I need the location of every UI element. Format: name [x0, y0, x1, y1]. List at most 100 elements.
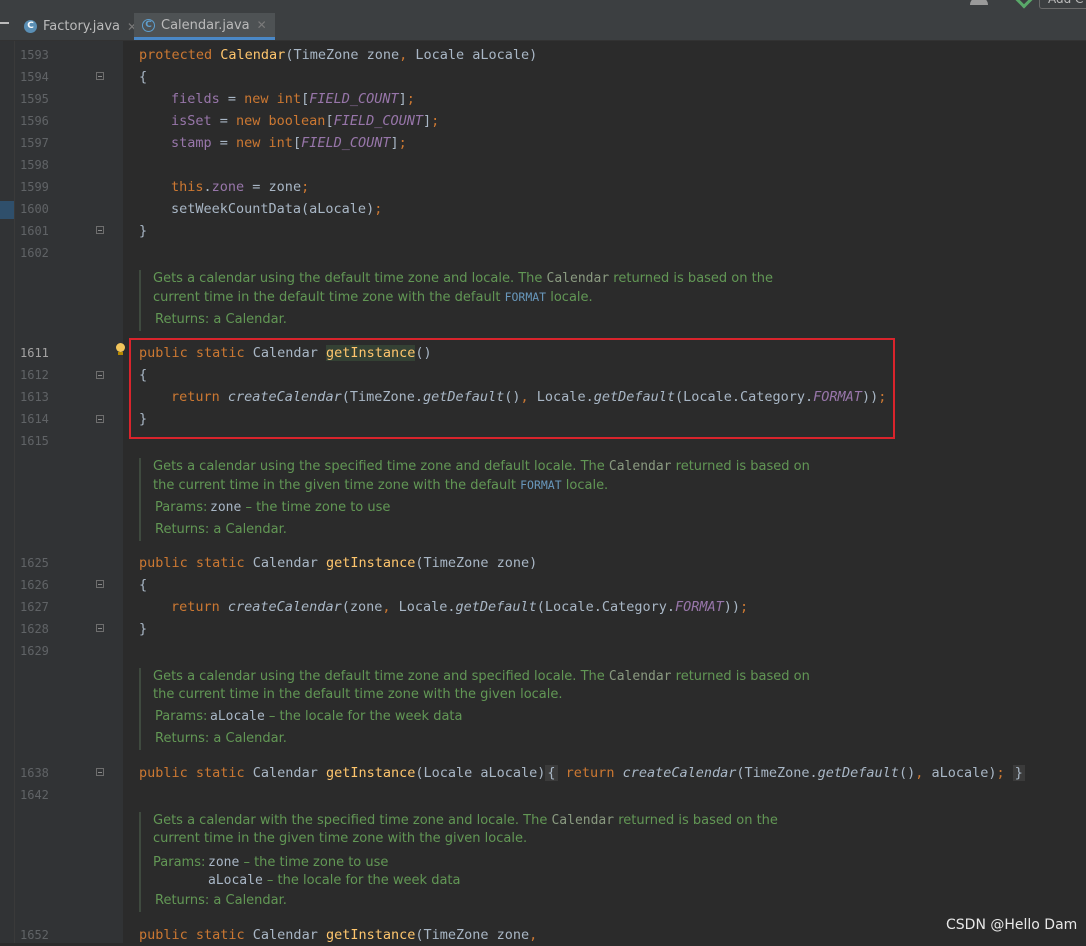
params: (TimeZone zone)	[415, 555, 538, 571]
line-number: 1626	[20, 578, 49, 592]
doc-line: Gets a calendar using the default time z…	[153, 668, 810, 686]
doc-text: returned is based on the	[614, 813, 778, 828]
doc-code: Calendar	[608, 459, 672, 474]
keyword: new boolean	[236, 113, 326, 129]
bracket: [	[325, 113, 334, 129]
user-icon[interactable]	[968, 0, 990, 5]
doc-param: Params: zone – the time zone to use	[153, 497, 810, 519]
fold-icon[interactable]	[96, 768, 104, 776]
args: ))	[723, 599, 741, 615]
fold-icon[interactable]	[96, 226, 104, 234]
keyword: new int	[236, 135, 293, 151]
line-number: 1611	[20, 346, 49, 360]
method-call: createCalendar	[227, 599, 342, 615]
doc-line: the current time in the default time zon…	[153, 687, 563, 702]
line-number: 1602	[20, 246, 49, 260]
line-number: 1642	[20, 788, 49, 802]
method-name: getInstance	[325, 765, 416, 781]
doc-line: Gets a calendar with the specified time …	[153, 812, 778, 830]
semicolon: ;	[374, 201, 383, 217]
keyword: public static	[139, 555, 253, 571]
fold-icon[interactable]	[96, 580, 104, 588]
operator: =	[211, 135, 237, 151]
keyword: return	[557, 765, 623, 781]
args: ()	[898, 765, 916, 781]
bracket: ]	[398, 91, 407, 107]
args: (zone	[341, 599, 383, 615]
folded-brace[interactable]: {	[545, 765, 558, 781]
field-name: zone	[211, 179, 245, 195]
doc-link[interactable]: FORMAT	[520, 478, 562, 492]
add-configuration-button[interactable]: Add C	[1039, 0, 1086, 9]
doc-text: – the locale for the week data	[262, 873, 461, 888]
doc-text: Gets a calendar using the default time z…	[153, 271, 547, 286]
doc-line: current time in the given time zone with…	[153, 831, 528, 846]
tab-label: Calendar.java	[161, 17, 250, 33]
menu-dash-icon[interactable]	[0, 22, 9, 24]
method-name: getInstance	[325, 927, 416, 943]
doc-param: Params: aLocale – the locale for the week…	[153, 706, 810, 728]
doc-line: the current time in the given time zone …	[153, 476, 810, 495]
method-call: setWeekCountData(aLocale)	[171, 201, 375, 217]
fold-icon[interactable]	[96, 371, 104, 379]
return-type: Calendar	[252, 927, 326, 943]
constant: FIELD_COUNT	[301, 135, 391, 151]
doc-code: Calendar	[551, 813, 615, 828]
tab-label: Factory.java	[43, 19, 121, 34]
field-name: fields	[171, 91, 220, 107]
doc-text: locale.	[561, 478, 609, 493]
semicolon: ;	[398, 135, 407, 151]
method-call: createCalendar	[622, 765, 737, 781]
params: (Locale aLocale)	[415, 765, 546, 781]
doc-label: Params:	[153, 855, 206, 870]
close-icon[interactable]: ✕	[257, 18, 267, 32]
fold-icon[interactable]	[96, 624, 104, 632]
doc-label: Params:	[155, 500, 208, 515]
param-name: aLocale	[210, 709, 265, 724]
java-class-readonly-icon: C	[142, 18, 155, 32]
line-number: 1598	[20, 158, 49, 172]
folded-brace[interactable]: }	[1012, 765, 1025, 781]
doc-text: locale.	[546, 290, 593, 305]
fold-icon[interactable]	[96, 415, 104, 423]
fold-icon[interactable]	[96, 72, 104, 80]
constructor-name: Calendar	[220, 47, 286, 63]
line-number: 1638	[20, 766, 49, 780]
line-number: 1597	[20, 136, 49, 150]
bracket: ]	[390, 135, 399, 151]
constant: FIELD_COUNT	[309, 91, 399, 107]
build-hammer-icon[interactable]	[1015, 0, 1033, 9]
params: Locale aLocale)	[407, 47, 538, 63]
doc-line: current time in the default time zone wi…	[153, 288, 773, 307]
doc-returns: Returns: a Calendar.	[155, 731, 287, 746]
code-line: isSet = new boolean[FIELD_COUNT];	[171, 110, 439, 132]
bracket: ]	[422, 113, 432, 129]
keyword: this	[171, 179, 204, 195]
semicolon: ;	[301, 179, 310, 195]
args: (Locale.Category.	[536, 599, 675, 615]
semicolon: ;	[406, 91, 415, 107]
method-name: getInstance	[325, 555, 416, 571]
doc-param: Params: zone – the time zone to use	[153, 854, 778, 872]
code-line: public static Calendar getInstance(Local…	[139, 762, 1025, 784]
line-number: 1629	[20, 644, 49, 658]
return-type: Calendar	[252, 555, 326, 571]
code-line: return createCalendar(zone, Locale.getDe…	[171, 596, 748, 618]
line-number: 1594	[20, 70, 49, 84]
tab-factory-java[interactable]: C Factory.java ✕	[24, 13, 137, 40]
doc-text: – the time zone to use	[239, 855, 389, 870]
code-line: stamp = new int[FIELD_COUNT];	[171, 132, 407, 154]
line-number: 1596	[20, 114, 49, 128]
code-line: this.zone = zone;	[171, 176, 309, 198]
constant: FIELD_COUNT	[333, 113, 423, 129]
doc-link[interactable]: FORMAT	[505, 290, 547, 304]
doc-text: Gets a calendar using the default time z…	[153, 669, 609, 684]
code-line: }	[139, 621, 148, 637]
field-name: isSet	[171, 113, 212, 129]
highlight-annotation-box	[129, 338, 895, 439]
keyword: protected	[139, 47, 221, 63]
tab-calendar-java[interactable]: C Calendar.java ✕	[134, 13, 275, 40]
line-number: 1628	[20, 622, 49, 636]
lightbulb-icon[interactable]	[116, 343, 125, 355]
line-number: 1593	[20, 48, 49, 62]
